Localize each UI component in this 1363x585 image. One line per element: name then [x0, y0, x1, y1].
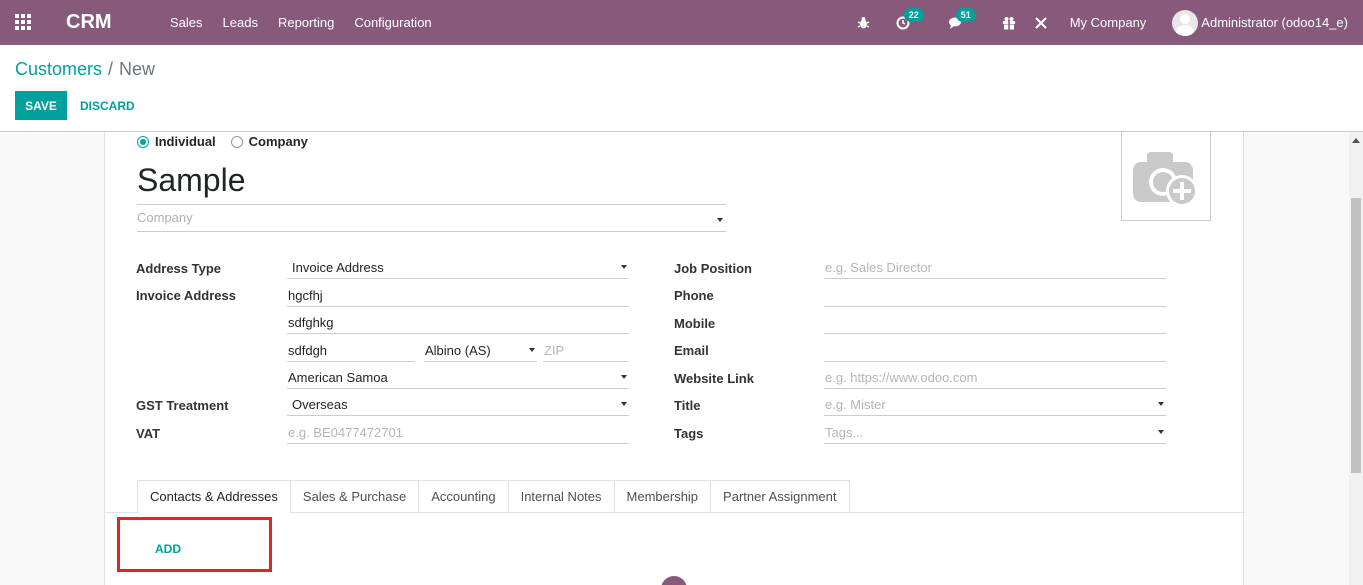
activity-icon[interactable]: 22 [896, 7, 924, 30]
tags-select[interactable]: Tags... [824, 422, 1166, 444]
phone-field[interactable] [824, 285, 1166, 307]
address-type-label: Address Type [136, 261, 222, 276]
gift-icon[interactable] [1002, 16, 1016, 30]
user-menu[interactable]: Administrator (odoo14_e) [1201, 15, 1348, 30]
email-field[interactable] [824, 340, 1166, 362]
company-dropdown-icon [717, 218, 723, 222]
gst-treatment-label: GST Treatment [136, 398, 229, 413]
user-avatar[interactable] [1172, 9, 1199, 36]
state-dropdown-icon [529, 348, 535, 352]
website-label: Website Link [674, 371, 754, 386]
save-button[interactable]: SAVE [15, 91, 67, 120]
breadcrumb-customers[interactable]: Customers [15, 59, 102, 79]
scroll-up-icon[interactable] [1352, 138, 1360, 143]
tools-icon[interactable] [1034, 16, 1048, 30]
scroll-thumb[interactable] [1351, 198, 1361, 473]
main-menu: Sales Leads Reporting Configuration [160, 0, 442, 45]
mobile-label: Mobile [674, 316, 716, 331]
gst-dropdown-icon [621, 402, 627, 406]
title-placeholder: e.g. Mister [825, 397, 886, 412]
breadcrumb-current: New [119, 59, 156, 79]
add-contact-button[interactable]: ADD [155, 542, 181, 556]
tab-partner-assignment[interactable]: Partner Assignment [711, 480, 850, 513]
tags-placeholder: Tags... [825, 425, 864, 440]
zip-field[interactable]: ZIP [543, 340, 629, 362]
top-navbar: CRM Sales Leads Reporting Configuration … [0, 0, 1363, 45]
menu-configuration[interactable]: Configuration [344, 15, 441, 30]
country-select[interactable]: American Samoa [287, 367, 629, 389]
tab-sales-purchase[interactable]: Sales & Purchase [290, 480, 420, 513]
tags-label: Tags [674, 426, 704, 441]
radio-individual-label[interactable]: Individual [155, 134, 216, 149]
tab-internal-notes[interactable]: Internal Notes [508, 480, 615, 513]
messages-icon[interactable]: 51 [948, 7, 976, 30]
form-view: Individual Company Sample Company Addres… [0, 132, 1349, 585]
menu-leads[interactable]: Leads [213, 15, 268, 30]
company-field[interactable]: Company [137, 210, 726, 232]
activity-count-badge: 22 [903, 7, 924, 22]
camera-add-icon [1133, 152, 1198, 207]
form-sheet: Individual Company Sample Company Addres… [104, 132, 1245, 585]
mobile-field[interactable] [824, 312, 1166, 334]
state-select[interactable]: Albino (AS) [424, 340, 537, 362]
image-upload[interactable] [1121, 132, 1211, 221]
city-field[interactable]: sdfdgh [287, 340, 415, 362]
tab-contacts-addresses[interactable]: Contacts & Addresses [137, 480, 291, 513]
company-placeholder: Company [137, 210, 193, 225]
message-count-badge: 51 [955, 7, 976, 22]
address-type-dropdown-icon [621, 265, 627, 269]
breadcrumb: Customers / New [15, 59, 155, 80]
email-label: Email [674, 343, 709, 358]
title-select[interactable]: e.g. Mister [824, 394, 1166, 416]
website-field[interactable]: e.g. https://www.odoo.com [824, 367, 1166, 389]
vat-label: VAT [136, 426, 161, 441]
state-value: Albino (AS) [425, 343, 491, 358]
breadcrumb-separator: / [108, 59, 114, 79]
address-type-select[interactable]: Invoice Address [287, 257, 629, 279]
job-position-field[interactable]: e.g. Sales Director [824, 257, 1166, 279]
phone-label: Phone [674, 288, 714, 303]
page-scrollbar[interactable] [1349, 132, 1363, 585]
notebook-tabs: Contacts & Addresses Sales & Purchase Ac… [137, 480, 850, 513]
invoice-address-label: Invoice Address [136, 288, 236, 303]
radio-company[interactable] [230, 135, 243, 148]
job-position-label: Job Position [674, 261, 752, 276]
control-panel: Customers / New SAVE DISCARD [0, 45, 1363, 132]
radio-company-label[interactable]: Company [249, 134, 308, 149]
menu-reporting[interactable]: Reporting [268, 15, 344, 30]
discard-button[interactable]: DISCARD [73, 91, 142, 120]
country-dropdown-icon [621, 375, 627, 379]
vat-field[interactable]: e.g. BE0477472701 [287, 422, 629, 444]
street2-field[interactable]: sdfghkg [287, 312, 629, 334]
address-type-value: Invoice Address [292, 260, 384, 275]
title-dropdown-icon [1158, 402, 1164, 406]
app-brand[interactable]: CRM [66, 11, 112, 34]
menu-sales[interactable]: Sales [160, 15, 213, 30]
apps-menu-icon[interactable] [15, 14, 33, 30]
tab-membership[interactable]: Membership [614, 480, 712, 513]
name-field[interactable]: Sample [137, 162, 726, 205]
gst-treatment-select[interactable]: Overseas [287, 394, 629, 416]
company-switcher[interactable]: My Company [1070, 15, 1147, 30]
radio-individual[interactable] [137, 135, 149, 148]
title-label: Title [674, 398, 701, 413]
street-field[interactable]: hgcfhj [287, 285, 629, 307]
country-value: American Samoa [288, 370, 388, 385]
tab-accounting[interactable]: Accounting [419, 480, 509, 513]
company-type-selector: Individual Company [137, 134, 323, 149]
tags-dropdown-icon [1158, 430, 1164, 434]
systray: 22 51 My Company Administrator (odoo14_e… [857, 0, 1363, 45]
gst-treatment-value: Overseas [292, 397, 348, 412]
debug-icon[interactable] [857, 16, 870, 30]
